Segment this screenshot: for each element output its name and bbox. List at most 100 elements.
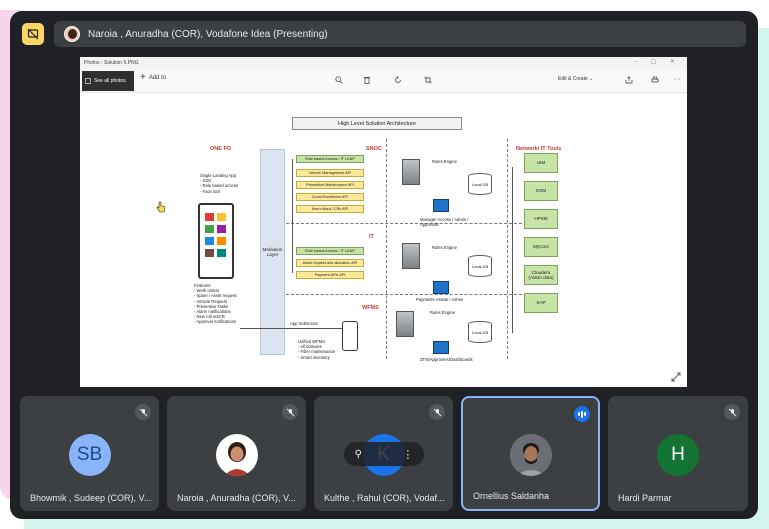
more-icon[interactable]: ··· xyxy=(672,75,682,85)
local-db: Local DB xyxy=(468,255,492,277)
background-decoration-mint-bottom xyxy=(24,519,769,529)
participant-name: Bhowmik , Sudeep (COR), V... xyxy=(30,493,152,503)
photos-toolbar: See all photos + Add to Edit & Create ⌄ xyxy=(80,69,687,93)
connector-line xyxy=(512,167,513,333)
snoc-api-box: Preventive Maintenance API xyxy=(296,181,364,189)
tile-hover-controls: ⚲ ⋮ xyxy=(344,442,424,466)
rotate-icon[interactable] xyxy=(393,75,403,85)
local-db: Local DB xyxy=(468,173,492,195)
meeting-window: Naroia , Anuradha (COR), Vodafone Idea (… xyxy=(10,11,758,519)
participant-name: Ornellius Saldanha xyxy=(473,491,550,501)
app-redirection-label: App redirection xyxy=(290,321,319,326)
participant-avatar: H xyxy=(657,434,699,476)
rules-engine-label: Rules Engine xyxy=(432,159,457,164)
participant-tile[interactable]: H Hardi Parmar xyxy=(608,396,748,511)
see-all-photos-button[interactable]: See all photos xyxy=(82,71,134,91)
admin-monitor-icon xyxy=(433,341,449,354)
print-icon[interactable] xyxy=(650,75,660,85)
photos-icon xyxy=(85,78,91,84)
tool-box: HPSM xyxy=(524,209,558,229)
add-to-label: Add to xyxy=(148,75,167,81)
tool-box: MyCom xyxy=(524,237,558,257)
mic-off-icon xyxy=(282,404,298,420)
tablet-illustration xyxy=(198,203,234,279)
participant-tile[interactable]: K ⚲ ⋮ Kulthe , Rahul (COR), Vodaf... xyxy=(314,396,453,511)
admin-monitor-icon xyxy=(433,199,449,212)
add-to-button[interactable]: + Add to xyxy=(140,72,167,83)
architecture-diagram: High Level Solution Architecture ONE FO … xyxy=(80,93,687,387)
snoc-approver-text: Manager Access / Admin / Approvals xyxy=(420,217,469,228)
wfms-label: WFMS xyxy=(362,305,379,311)
photos-title-bar: Photos - Solution 5.PNG – ▢ ✕ xyxy=(80,57,687,69)
presenter-bar[interactable]: Naroia , Anuradha (COR), Vodafone Idea (… xyxy=(54,21,746,47)
speaking-indicator-icon xyxy=(574,406,590,422)
shared-screen[interactable]: Photos - Solution 5.PNG – ▢ ✕ See all ph… xyxy=(80,57,687,387)
network-it-tools-label: Network/ IT Tools xyxy=(516,146,562,152)
rules-engine-label: Rules Engine xyxy=(432,245,457,250)
presenter-label: Naroia , Anuradha (COR), Vodafone Idea (… xyxy=(88,28,328,40)
server-icon xyxy=(396,311,414,337)
delete-icon[interactable] xyxy=(362,75,372,85)
it-api-box: Payment APIs API xyxy=(296,271,364,279)
hand-cursor-icon xyxy=(156,201,166,213)
server-icon xyxy=(402,243,420,269)
features-text: Features - Work orders - Spare / Asset r… xyxy=(194,283,237,325)
divider-line xyxy=(386,139,387,359)
server-icon xyxy=(402,159,420,185)
participant-avatar-photo xyxy=(509,434,552,476)
local-db: Local DB xyxy=(468,321,492,343)
participant-name: Kulthe , Rahul (COR), Vodaf... xyxy=(324,493,445,503)
participant-tile[interactable]: SB Bhowmik , Sudeep (COR), V... xyxy=(20,396,159,511)
participant-avatar: SB xyxy=(68,434,111,476)
it-label: IT xyxy=(369,234,374,240)
screen-share-off-icon[interactable] xyxy=(22,23,44,45)
rules-engine-label: Rules Engine xyxy=(430,310,455,315)
crop-icon[interactable] xyxy=(423,75,433,85)
one-fo-label: ONE FO xyxy=(210,146,232,152)
phone-illustration xyxy=(342,321,358,351)
diagram-title: High Level Solution Architecture xyxy=(292,117,462,130)
participant-name: Hardi Parmar xyxy=(618,493,672,503)
it-api-box: Role based Access / IT LDAP xyxy=(296,247,364,255)
snoc-api-box: New rollout / CRs API xyxy=(296,205,364,213)
expand-icon[interactable] xyxy=(671,372,681,382)
divider-line xyxy=(286,223,522,224)
admin-monitor-icon xyxy=(433,281,449,294)
tool-box: SAP xyxy=(524,293,558,313)
see-all-photos-label: See all photos xyxy=(94,78,126,84)
unified-wfms-text: Unified WFMS - All domains - Fiber maint… xyxy=(298,339,336,360)
edit-create-label: Edit & Create xyxy=(558,76,588,82)
wfms-approver-text: ZTM/Approvers/Dashboards xyxy=(420,357,473,362)
zoom-icon[interactable] xyxy=(334,75,344,85)
edit-create-button[interactable]: Edit & Create ⌄ xyxy=(558,76,593,82)
connector-line xyxy=(292,159,293,273)
plus-icon: + xyxy=(140,72,146,83)
participant-name: Naroia , Anuradha (COR), V... xyxy=(177,493,296,503)
pin-icon[interactable]: ⚲ xyxy=(355,449,362,460)
it-api-box: Asset request and allocation API xyxy=(296,259,364,267)
snoc-api-box: Zonal Excellence API xyxy=(296,193,364,201)
tool-box: OSM xyxy=(524,181,558,201)
tool-box: UIM xyxy=(524,153,558,173)
tool-box: Cloudera (Alarm data) xyxy=(524,265,558,285)
photos-window-title: Photos - Solution 5.PNG xyxy=(84,60,139,66)
connector-line xyxy=(240,328,342,329)
mic-off-icon xyxy=(724,404,740,420)
it-approver-text: Payments Assets / Admin xyxy=(416,297,464,302)
presenter-avatar xyxy=(64,26,80,42)
more-options-icon[interactable]: ⋮ xyxy=(402,448,413,461)
share-icon[interactable] xyxy=(624,75,634,85)
divider-line xyxy=(507,139,508,359)
participant-tile[interactable]: Naroia , Anuradha (COR), V... xyxy=(167,396,306,511)
snoc-label: SNOC xyxy=(366,146,382,152)
mic-off-icon xyxy=(429,404,445,420)
mic-off-icon xyxy=(135,404,151,420)
participant-tile-speaking[interactable]: Ornellius Saldanha xyxy=(461,396,600,511)
snoc-api-box: Role based Access / IT LDAP xyxy=(296,155,364,163)
mediation-layer: Mediation Layer xyxy=(260,149,285,355)
participant-avatar-photo xyxy=(215,434,258,476)
divider-line xyxy=(286,294,522,295)
snoc-api-box: Vehicle Management API xyxy=(296,169,364,177)
single-landing-app-text: Single Landing App - SSO - Role based ac… xyxy=(200,173,238,194)
window-controls: – ▢ ✕ xyxy=(633,59,681,65)
